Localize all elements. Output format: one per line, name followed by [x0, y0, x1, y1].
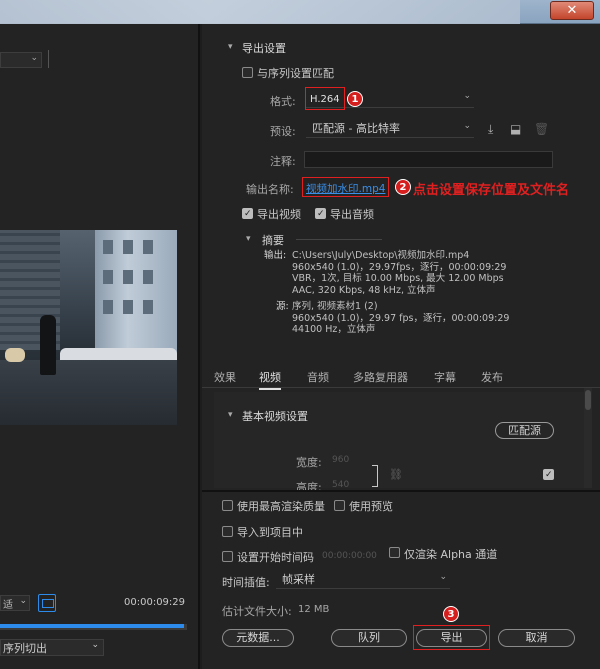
- import-project-checkbox[interactable]: [222, 526, 233, 537]
- scrollbar[interactable]: [584, 388, 592, 488]
- tab-video[interactable]: 视频: [259, 369, 281, 390]
- start-timecode[interactable]: 00:00:00:00: [322, 551, 377, 561]
- annotation-badge-2: 2: [395, 179, 411, 195]
- scene-person: [40, 315, 56, 375]
- window-titlebar: ✕: [0, 0, 600, 24]
- scene-building-right: [95, 230, 177, 365]
- filesize-label: 估计文件大小:: [222, 605, 292, 618]
- collapse-triangle-icon[interactable]: ▾: [246, 234, 251, 244]
- summary-line: AAC, 320 Kbps, 48 kHz, 立体声: [292, 284, 436, 296]
- cancel-button[interactable]: 取消: [498, 629, 575, 647]
- preset-label: 预设:: [270, 125, 296, 138]
- timeline-progress: [0, 624, 184, 628]
- chevron-down-icon: ⌄: [19, 596, 27, 606]
- collapse-triangle-icon[interactable]: ▾: [228, 42, 233, 52]
- safe-margins-icon[interactable]: [38, 594, 56, 612]
- output-name-link[interactable]: 视频加水印.mp4: [302, 177, 389, 197]
- max-render-label: 使用最高渲染质量: [237, 500, 325, 513]
- summary-line: 序列, 视频素材1 (2): [292, 301, 378, 312]
- summary-source-key: 源:: [276, 301, 289, 312]
- save-preset-icon[interactable]: ⤓: [488, 122, 493, 137]
- summary-line: VBR，1次, 目标 10.00 Mbps, 最大 12.00 Mbps: [292, 273, 504, 284]
- render-alpha-label: 仅渲染 Alpha 通道: [404, 548, 498, 561]
- width-value[interactable]: 960: [332, 455, 349, 465]
- queue-button[interactable]: 队列: [331, 629, 407, 647]
- set-start-tc-checkbox[interactable]: [222, 551, 233, 562]
- tab-captions[interactable]: 字幕: [434, 369, 456, 385]
- max-render-checkbox[interactable]: [222, 500, 233, 511]
- match-source-button[interactable]: 匹配源: [495, 422, 554, 439]
- preset-dropdown[interactable]: 匹配源 - 高比特率 ⌄: [306, 120, 474, 138]
- match-sequence-label: 与序列设置匹配: [257, 67, 334, 80]
- timecode-display: 00:00:09:29: [124, 597, 186, 608]
- divider: [48, 50, 49, 68]
- summary-line: C:\Users\July\Desktop\视频加水印.mp4: [292, 250, 470, 261]
- scene-dog: [5, 348, 25, 362]
- export-video-label: 导出视频: [257, 208, 301, 221]
- width-auto-checkbox[interactable]: [543, 469, 554, 480]
- titlebar-background: [0, 0, 520, 24]
- summary-line: 960x540 (1.0)，29.97fps，逐行，00:00:09:29: [292, 261, 507, 273]
- settings-tabs: 效果 视频 音频 多路复用器 字幕 发布: [202, 364, 600, 390]
- height-value[interactable]: 540: [332, 480, 349, 490]
- scrollbar-thumb[interactable]: [585, 390, 591, 410]
- export-button[interactable]: 导出: [416, 629, 487, 647]
- annotation-badge-1: 1: [347, 91, 363, 107]
- match-sequence-checkbox[interactable]: [242, 67, 253, 78]
- annotation-badge-3: 3: [443, 606, 459, 622]
- summary-output-lines: C:\Users\July\Desktop\视频加水印.mp4 960x540 …: [292, 250, 562, 296]
- width-label: 宽度:: [296, 456, 322, 469]
- annotation-note-2: 点击设置保存位置及文件名: [413, 183, 570, 198]
- video-preview-frame: [0, 230, 177, 425]
- delete-preset-icon[interactable]: 🗑: [534, 122, 549, 136]
- divider: [296, 239, 382, 240]
- basic-video-settings-title: 基本视频设置: [242, 410, 308, 423]
- filesize-value: 12 MB: [298, 604, 330, 615]
- close-window-button[interactable]: ✕: [550, 1, 594, 20]
- render-alpha-checkbox[interactable]: [389, 547, 400, 558]
- scene-street: [0, 360, 177, 425]
- summary-line: 960x540 (1.0)，29.97 fps，逐行，00:00:09:29: [292, 312, 510, 324]
- constrain-bracket: [372, 465, 378, 487]
- export-settings-title: 导出设置: [242, 42, 286, 55]
- preview-top-dropdown[interactable]: ⌄: [0, 52, 42, 68]
- format-value-highlight[interactable]: H.264: [305, 87, 345, 110]
- summary-title: 摘要: [262, 234, 284, 247]
- chevron-down-icon: ⌄: [463, 91, 471, 101]
- fit-dropdown[interactable]: 适 ⌄: [0, 595, 30, 611]
- timeline-bar[interactable]: [0, 624, 187, 630]
- export-video-checkbox[interactable]: [242, 208, 253, 219]
- output-name-label: 输出名称:: [246, 183, 294, 196]
- format-label: 格式:: [270, 95, 296, 108]
- chevron-down-icon: ⌄: [30, 53, 38, 63]
- import-project-label: 导入到项目中: [237, 526, 303, 539]
- import-preset-icon[interactable]: ⬓: [510, 122, 521, 136]
- use-preview-label: 使用预览: [349, 500, 393, 513]
- summary-source-lines: 序列, 视频素材1 (2) 960x540 (1.0)，29.97 fps，逐行…: [292, 301, 562, 336]
- scrollbar-top[interactable]: [584, 30, 592, 360]
- use-preview-checkbox[interactable]: [334, 500, 345, 511]
- chevron-down-icon: ⌄: [91, 640, 99, 650]
- summary-output-key: 输出:: [264, 250, 287, 261]
- tab-multiplexer[interactable]: 多路复用器: [353, 369, 408, 385]
- export-audio-label: 导出音频: [330, 208, 374, 221]
- tab-audio[interactable]: 音频: [307, 369, 329, 385]
- comment-label: 注释:: [270, 155, 296, 168]
- comment-input[interactable]: [304, 151, 553, 168]
- tab-effects[interactable]: 效果: [214, 369, 236, 385]
- collapse-triangle-icon[interactable]: ▾: [228, 410, 233, 420]
- interp-label: 时间插值:: [222, 576, 270, 589]
- metadata-button[interactable]: 元数据...: [222, 629, 294, 647]
- source-range-dropdown[interactable]: 序列切出 ⌄: [0, 639, 104, 656]
- interp-dropdown[interactable]: 帧采样 ⌄: [276, 571, 450, 589]
- chevron-down-icon: ⌄: [463, 121, 471, 131]
- set-start-tc-label: 设置开始时间码: [237, 551, 314, 564]
- summary-line: 44100 Hz，立体声: [292, 324, 376, 335]
- chevron-down-icon: ⌄: [439, 572, 447, 582]
- tab-publish[interactable]: 发布: [481, 369, 503, 385]
- link-chain-icon[interactable]: ⛓: [389, 468, 403, 481]
- export-audio-checkbox[interactable]: [315, 208, 326, 219]
